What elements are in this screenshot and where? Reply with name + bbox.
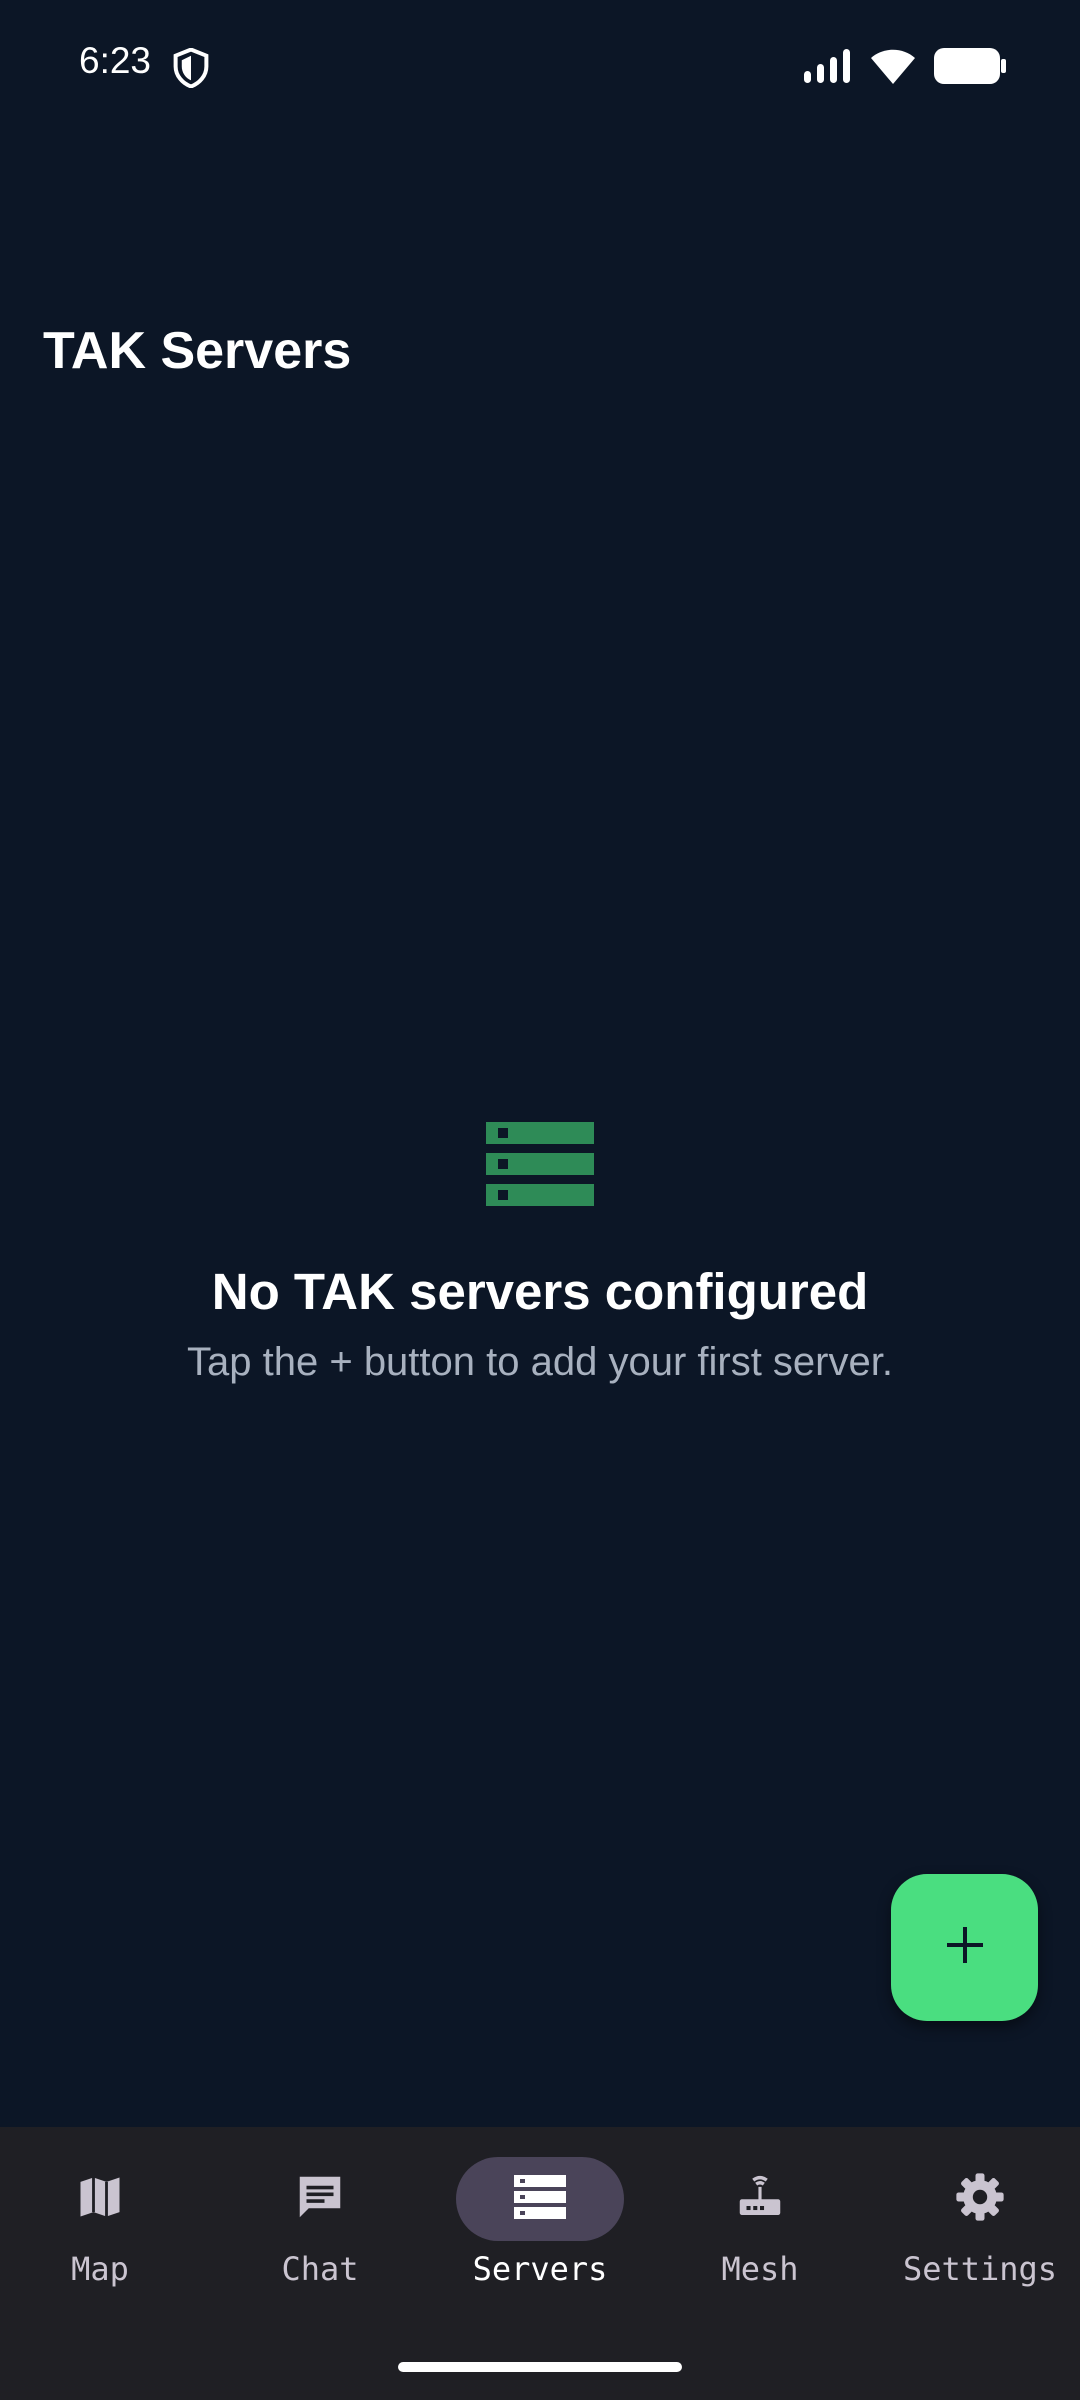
- plus-icon: [943, 1923, 987, 1972]
- nav-label-servers: Servers: [472, 2250, 608, 2288]
- tak-servers-screen: 6:23 TAK Servers No TAK servers configur…: [0, 0, 1080, 2400]
- status-bar: 6:23: [0, 0, 1080, 136]
- empty-state-subtitle: Tap the + button to add your first serve…: [187, 1340, 893, 1385]
- nav-item-settings[interactable]: Settings: [880, 2157, 1080, 2307]
- nav-item-servers[interactable]: Servers: [440, 2157, 640, 2307]
- add-server-button[interactable]: [891, 1874, 1038, 2021]
- home-indicator[interactable]: [398, 2362, 682, 2372]
- nav-item-chat[interactable]: Chat: [220, 2157, 420, 2307]
- nav-icon-container: [16, 2157, 184, 2241]
- nav-icon-container: [236, 2157, 404, 2241]
- nav-label-chat: Chat: [281, 2250, 359, 2288]
- servers-icon: [512, 2173, 568, 2226]
- gear-icon: [953, 2170, 1007, 2229]
- status-time: 6:23: [79, 40, 152, 81]
- nav-icon-container: [676, 2157, 844, 2241]
- battery-icon: [934, 47, 1006, 89]
- router-icon: [733, 2170, 787, 2229]
- nav-label-mesh: Mesh: [721, 2250, 799, 2288]
- empty-state-title: No TAK servers configured: [211, 1263, 869, 1320]
- nav-icon-container-active: [456, 2157, 624, 2241]
- nav-item-mesh[interactable]: Mesh: [660, 2157, 860, 2307]
- nav-item-map[interactable]: Map: [0, 2157, 200, 2307]
- chat-icon: [293, 2170, 347, 2229]
- signal-icon: [804, 48, 852, 88]
- nav-label-settings: Settings: [902, 2250, 1058, 2288]
- nav-label-map: Map: [71, 2250, 129, 2288]
- map-icon: [74, 2171, 126, 2228]
- empty-state: No TAK servers configured Tap the + butt…: [0, 1118, 1080, 1384]
- server-stack-icon: [0, 1118, 1080, 1208]
- bottom-navigation: Map Chat Servers Mesh Settings: [0, 2127, 1080, 2400]
- nav-icon-container: [896, 2157, 1064, 2241]
- wifi-icon: [870, 48, 916, 89]
- shield-icon: [172, 47, 210, 89]
- page-title: TAK Servers: [43, 322, 352, 380]
- status-icons: [804, 44, 1006, 92]
